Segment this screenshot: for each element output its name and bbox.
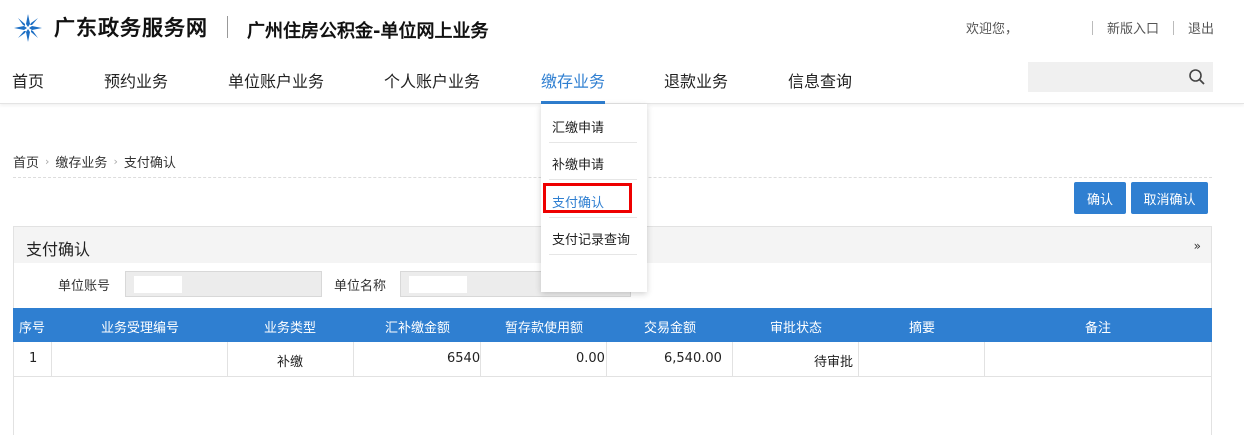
- new-version-link[interactable]: 新版入口: [1107, 18, 1159, 37]
- cell-border: [353, 342, 354, 377]
- menu-item-payment-record-query[interactable]: 支付记录查询: [551, 229, 637, 248]
- logout-link[interactable]: 退出: [1188, 18, 1214, 37]
- welcome-text: 欢迎您，: [965, 22, 1018, 37]
- nav-deposit[interactable]: 缴存业务: [541, 68, 605, 92]
- system-subtitle: 广州住房公积金-单位网上业务: [247, 21, 489, 42]
- masked-value: [409, 276, 467, 293]
- divider: [1091, 20, 1093, 35]
- cell-type: 补缴: [277, 355, 304, 370]
- col-amount: 汇补缴金额: [385, 321, 451, 336]
- cell-amount: 6540: [447, 351, 481, 366]
- col-temp-used: 暂存款使用额: [505, 321, 584, 336]
- nav-refund[interactable]: 退款业务: [664, 68, 728, 92]
- col-accept-no: 业务受理编号: [101, 321, 180, 336]
- brand-divider: [227, 16, 228, 38]
- top-bar: 广东政务服务网 广州住房公积金-单位网上业务 欢迎您， 新版入口 退出: [0, 0, 1244, 56]
- nav-personal-account[interactable]: 个人账户业务: [384, 68, 480, 92]
- cell-trade-amount: 6,540.00: [664, 351, 722, 366]
- cell-border: [13, 342, 14, 377]
- unit-name-label: 单位名称: [334, 279, 387, 294]
- chevron-right-icon: ›: [113, 155, 118, 168]
- chevron-double-down-icon[interactable]: »: [1194, 239, 1201, 253]
- cell-border: [51, 342, 52, 377]
- cell-temp-used: 0.00: [576, 351, 605, 366]
- search-icon[interactable]: [1187, 67, 1207, 87]
- breadcrumb-current: 支付确认: [123, 156, 176, 171]
- nav-home[interactable]: 首页: [12, 68, 44, 92]
- confirm-button[interactable]: 确认: [1074, 182, 1126, 214]
- site-logo-icon: [14, 14, 42, 42]
- breadcrumb-home[interactable]: 首页: [13, 152, 39, 171]
- cell-border: [732, 342, 733, 377]
- cell-border: [227, 342, 228, 377]
- cancel-confirm-button[interactable]: 取消确认: [1131, 182, 1208, 214]
- main-nav: 首页 预约业务 单位账户业务 个人账户业务 缴存业务 退款业务 信息查询: [0, 56, 1244, 104]
- breadcrumb-deposit[interactable]: 缴存业务: [55, 152, 107, 171]
- menu-item-supplement-apply[interactable]: 补缴申请: [551, 154, 637, 173]
- menu-divider: [549, 254, 637, 255]
- col-summary: 摘要: [909, 321, 936, 336]
- nav-appointment[interactable]: 预约业务: [104, 68, 168, 92]
- masked-value: [134, 276, 182, 293]
- cell-border: [606, 342, 607, 377]
- chevron-right-icon: ›: [45, 155, 50, 168]
- breadcrumb: 首页 › 缴存业务 › 支付确认: [13, 152, 176, 171]
- table-header: 序号 业务受理编号 业务类型 汇补缴金额 暂存款使用额 交易金额 审批状态 摘要…: [13, 308, 1212, 342]
- cell-border: [858, 342, 859, 377]
- col-trade-amount: 交易金额: [644, 321, 697, 336]
- cell-border: [984, 342, 985, 377]
- col-type: 业务类型: [264, 321, 317, 336]
- cell-status: 待审批: [814, 355, 854, 370]
- col-seq: 序号: [19, 321, 46, 336]
- menu-divider: [549, 179, 637, 180]
- cell-border: [1211, 342, 1212, 377]
- cell-seq: 1: [29, 351, 38, 366]
- cell-border: [480, 342, 481, 377]
- nav-unit-account[interactable]: 单位账户业务: [228, 68, 324, 92]
- unit-account-label: 单位账号: [58, 279, 111, 294]
- user-links: 欢迎您， 新版入口 退出: [966, 18, 1214, 37]
- brand-title: 广东政务服务网: [54, 16, 208, 40]
- menu-divider: [549, 217, 637, 218]
- highlight-box: [543, 183, 632, 213]
- table-row[interactable]: 1 补缴 6540 0.00 6,540.00 待审批: [13, 342, 1212, 377]
- search-input[interactable]: [1028, 62, 1213, 92]
- nav-info-query[interactable]: 信息查询: [788, 68, 852, 92]
- menu-divider: [549, 142, 637, 143]
- col-remark: 备注: [1085, 321, 1112, 336]
- menu-item-remit-apply[interactable]: 汇缴申请: [551, 117, 637, 136]
- unit-account-field: [125, 271, 322, 297]
- panel-title: 支付确认: [26, 240, 91, 259]
- divider: [1172, 20, 1174, 35]
- col-status: 审批状态: [770, 321, 823, 336]
